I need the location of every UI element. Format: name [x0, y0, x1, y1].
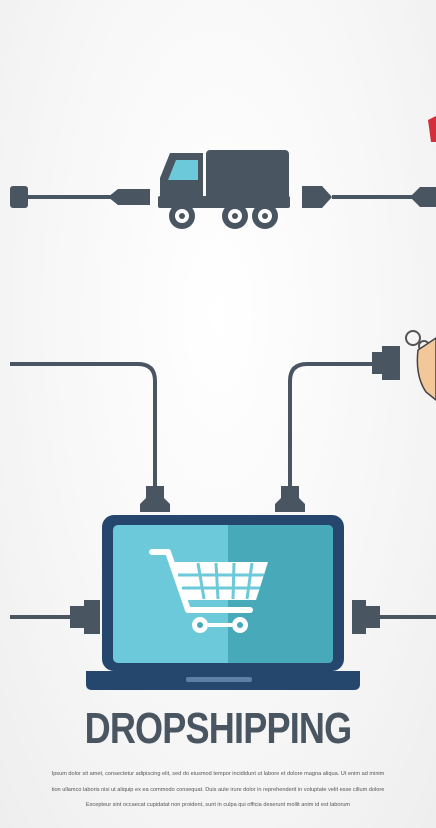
- dropshipping-title: DROPSHIPPING: [84, 704, 353, 753]
- caption-line-2: tion ullamco laboris nisi ut aliquip ex …: [51, 787, 385, 793]
- caption-line-1: Ipsum dolor sit amet, consectetur adipis…: [51, 771, 385, 777]
- dropshipping-illustration: DROPSHIPPING Ipsum dolor sit amet, conse…: [0, 0, 436, 828]
- lower-right-cable: [352, 600, 436, 634]
- top-cable-left: [10, 186, 150, 208]
- price-tag-icon: [405, 330, 436, 401]
- right-cable-to-laptop: [275, 346, 400, 512]
- lower-left-cable: [10, 600, 100, 634]
- truck-icon: [158, 150, 290, 229]
- caption-line-3: Excepteur sint occaecat cupidatat non pr…: [85, 802, 351, 808]
- red-product-box-icon: [428, 116, 436, 142]
- laptop-icon: [86, 515, 360, 690]
- left-cable-to-laptop: [10, 362, 170, 512]
- top-cable-right: [302, 186, 436, 208]
